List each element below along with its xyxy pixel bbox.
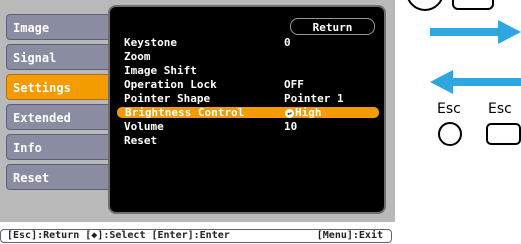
menu-item-value: 10 — [284, 120, 298, 133]
arrow-right-icon — [430, 20, 521, 44]
esc-rect-button-icon — [486, 123, 521, 145]
menu-item-label: Pointer Shape — [124, 92, 211, 105]
menu-item-label: Operation Lock — [124, 78, 217, 91]
dial-button-icon — [406, 0, 444, 11]
tab-extended[interactable]: Extended — [6, 104, 114, 130]
tab-settings[interactable]: Settings — [6, 74, 114, 100]
esc-round-button-icon — [438, 122, 462, 146]
rect-button-icon — [452, 0, 494, 10]
esc-label-right: Esc — [488, 101, 512, 117]
menu-item-label: Image Shift — [124, 64, 197, 77]
menu-item-zoom[interactable]: Zoom — [116, 50, 380, 63]
menu-item-label: Volume — [124, 120, 164, 133]
tab-reset[interactable]: Reset — [6, 164, 114, 190]
menu-item-label: Zoom — [124, 50, 151, 63]
menu-item-value: 0 — [284, 36, 291, 49]
return-button[interactable]: Return — [290, 18, 375, 35]
tab-signal[interactable]: Signal — [6, 44, 114, 70]
menu-item-keystone[interactable]: Keystone 0 — [116, 36, 380, 49]
key-hint-left: [Esc]:Return [◆]:Select [Enter]:Enter — [7, 230, 230, 241]
arrow-left-icon — [430, 70, 521, 94]
menu-item-pointer-shape[interactable]: Pointer Shape Pointer 1 — [116, 92, 380, 105]
menu-item-operation-lock[interactable]: Operation Lock OFF — [116, 78, 380, 91]
menu-item-value: Pointer 1 — [284, 92, 344, 105]
enter-icon: ↵ — [285, 108, 294, 118]
menu-item-label: Reset — [124, 134, 158, 147]
menu-item-image-shift[interactable]: Image Shift — [116, 64, 380, 77]
menu-item-reset[interactable]: Reset — [116, 134, 380, 147]
menu-item-brightness-control[interactable]: Brightness Control ↵ High — [116, 106, 380, 119]
menu-item-volume[interactable]: Volume 10 — [116, 120, 380, 133]
menu-item-label: Keystone — [124, 36, 177, 49]
menu-item-value: ↵ High — [285, 107, 322, 118]
tab-image[interactable]: Image — [6, 14, 114, 40]
key-hint-bar: [Esc]:Return [◆]:Select [Enter]:Enter [M… — [0, 229, 392, 243]
tab-info[interactable]: Info — [6, 134, 114, 160]
esc-label-left: Esc — [437, 101, 461, 117]
menu-item-label: Brightness Control — [125, 106, 245, 119]
brightness-value: High — [295, 106, 322, 119]
menu-item-value: OFF — [284, 78, 304, 91]
key-hint-right: [Menu]:Exit — [316, 230, 383, 241]
